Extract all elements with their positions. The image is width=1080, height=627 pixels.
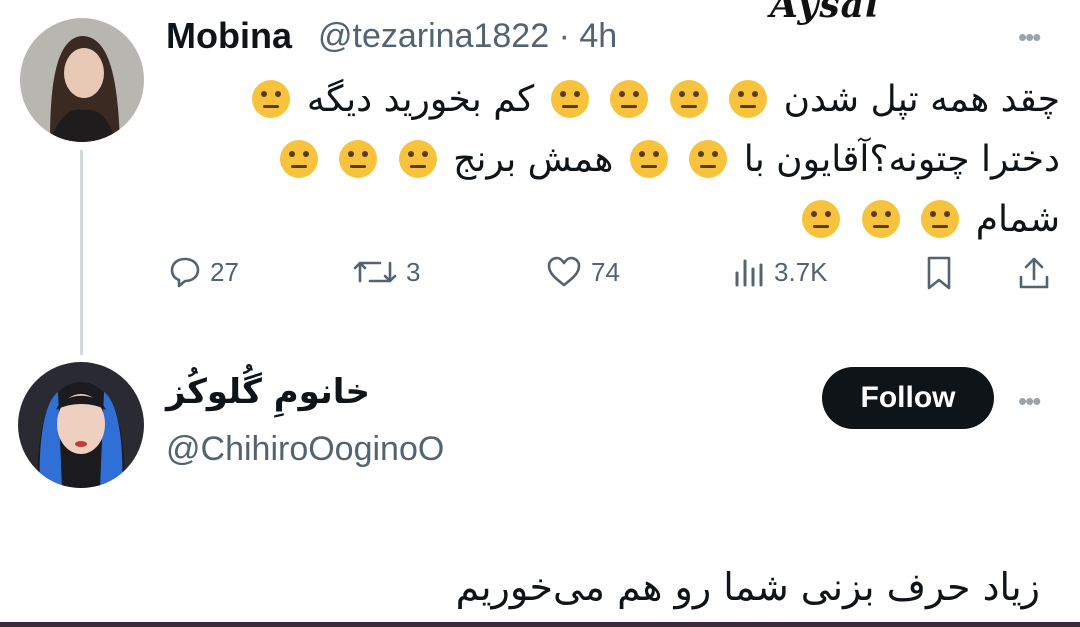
neutral-face-emoji — [610, 80, 649, 118]
tweet-time: · 4h — [558, 17, 618, 55]
reply-author-handle[interactable]: @ChihiroOoginoO — [166, 430, 444, 469]
neutral-face-emoji — [252, 80, 291, 118]
heart-icon — [547, 256, 581, 287]
tweet-actions: 27 3 74 3.7K — [0, 250, 1080, 300]
retweet-count: 3 — [406, 256, 421, 287]
follow-button[interactable]: Follow — [822, 367, 994, 429]
neutral-face-emoji — [669, 80, 708, 118]
avatar[interactable] — [20, 18, 144, 142]
tweet-line-1: چقد همه تپل شدن کم بخورید دیگه — [160, 70, 1060, 130]
views-count: 3.7K — [774, 256, 828, 287]
avatar[interactable] — [18, 362, 144, 488]
views-chart-icon — [735, 259, 763, 287]
tweet-line-2: دخترا چتونه؟آقایون با همش برنج — [160, 130, 1060, 190]
neutral-face-emoji — [279, 140, 318, 178]
like-button[interactable]: 74 — [545, 255, 620, 289]
neutral-face-emoji — [629, 140, 668, 178]
retweet-button[interactable]: 3 — [352, 255, 420, 289]
reply-text: زیاد حرف بزنی شما رو هم می‌خوریم — [455, 565, 1040, 609]
neutral-face-emoji — [921, 200, 960, 238]
reply-button[interactable]: 27 — [168, 255, 239, 289]
more-options-icon[interactable]: ••• — [1018, 386, 1041, 417]
neutral-face-emoji — [398, 140, 437, 178]
reply-count: 27 — [210, 256, 239, 287]
watermark-logo: Aysal — [770, 0, 880, 26]
neutral-face-emoji — [802, 200, 841, 238]
neutral-face-emoji — [729, 80, 768, 118]
neutral-face-emoji — [689, 140, 728, 178]
share-icon — [1019, 257, 1049, 289]
bottom-divider — [0, 622, 1080, 627]
retweet-icon — [353, 261, 397, 283]
tweet-line-3: شمام — [160, 190, 1060, 250]
tweet-text: چقد همه تپل شدن کم بخورید دیگه دخترا چتو… — [160, 70, 1060, 250]
neutral-face-emoji — [861, 200, 900, 238]
neutral-face-emoji — [550, 80, 589, 118]
views-button[interactable]: 3.7K — [732, 255, 828, 289]
bookmark-button[interactable] — [922, 255, 956, 291]
author-handle-text: @tezarina1822 — [318, 17, 550, 55]
author-name[interactable]: Mobina — [166, 15, 292, 57]
like-count: 74 — [591, 256, 620, 287]
more-options-icon[interactable]: ••• — [1018, 22, 1041, 53]
author-handle[interactable]: @tezarina1822 · 4h — [318, 17, 617, 56]
bookmark-icon — [927, 256, 951, 290]
reply-author-name[interactable]: خانومِ گُلوکُز — [166, 372, 370, 412]
neutral-face-emoji — [339, 140, 378, 178]
share-button[interactable] — [1016, 255, 1052, 291]
reply-icon — [170, 257, 200, 288]
